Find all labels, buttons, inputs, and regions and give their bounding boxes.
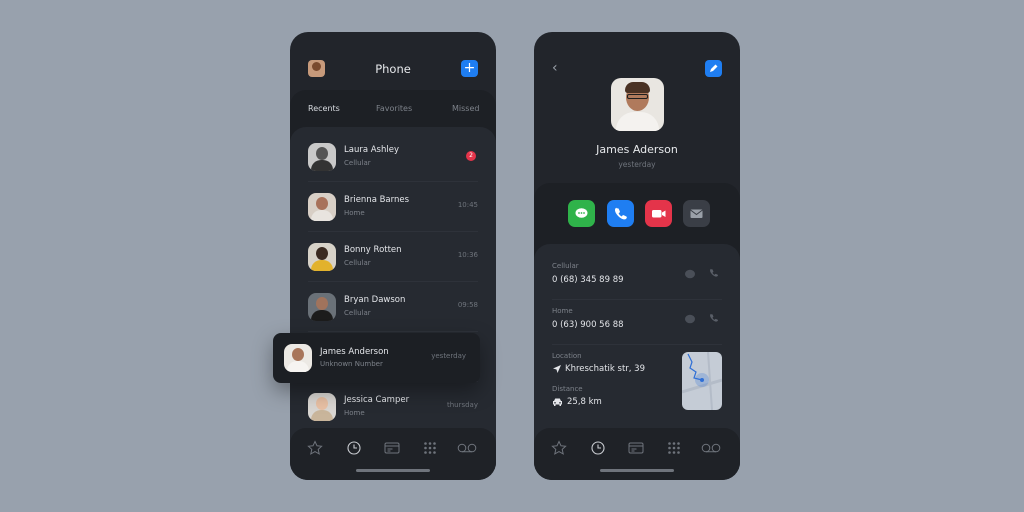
avatar	[308, 243, 336, 271]
clock-icon[interactable]	[346, 440, 362, 456]
avatar	[308, 393, 336, 421]
list-item[interactable]: Bryan Dawson Cellular 09:58	[290, 282, 496, 332]
contact-type: Cellular	[344, 259, 371, 267]
map-icon	[682, 352, 722, 410]
mail-button[interactable]	[683, 200, 710, 227]
home-indicator	[356, 469, 430, 472]
message-button[interactable]	[568, 200, 595, 227]
highlighted-contact-card[interactable]: James Anderson Unknown Number yesterday	[273, 333, 480, 383]
contact-name: Jessica Camper	[344, 395, 410, 405]
message-icon[interactable]	[684, 313, 696, 325]
contact-name: Bryan Dawson	[344, 295, 406, 305]
clock-icon[interactable]	[590, 440, 606, 456]
star-icon[interactable]	[307, 440, 323, 456]
card-icon[interactable]	[628, 440, 644, 456]
contact-type: Unknown Number	[320, 360, 383, 368]
contact-name: James Aderson	[596, 143, 678, 156]
call-time: 10:45	[457, 201, 478, 209]
pencil-icon	[710, 64, 718, 72]
call-time: yesterday	[431, 352, 466, 360]
car-icon	[553, 398, 562, 406]
phone-icon	[614, 207, 627, 220]
location-map[interactable]	[682, 352, 722, 410]
location-value: Khreschatik str, 39	[565, 364, 645, 374]
cellular-label: Cellular	[552, 262, 579, 270]
contact-type: Cellular	[344, 309, 371, 317]
distance-label: Distance	[552, 385, 583, 393]
contact-type: Cellular	[344, 159, 371, 167]
contact-avatar	[611, 78, 664, 131]
list-item[interactable]: Bonny Rotten Cellular 10:36	[290, 232, 496, 282]
home-number[interactable]: 0 (63) 900 56 88	[552, 320, 624, 330]
phone-recents-screen: Phone + Recents Favorites Missed Laura A…	[290, 32, 496, 480]
contact-name: James Anderson	[320, 347, 389, 357]
location-label: Location	[552, 352, 582, 360]
avatar	[308, 193, 336, 221]
list-item[interactable]: Brienna Barnes Home 10:45	[290, 182, 496, 232]
bottom-tab-bar	[534, 428, 740, 480]
contact-name: Laura Ashley	[344, 145, 399, 155]
voicemail-icon[interactable]	[701, 440, 721, 456]
avatar	[308, 293, 336, 321]
call-time: 09:58	[457, 301, 478, 309]
avatar	[308, 143, 336, 171]
card-icon[interactable]	[384, 440, 400, 456]
keypad-icon[interactable]	[666, 440, 682, 456]
contact-name: Brienna Barnes	[344, 195, 410, 205]
call-time: thursday	[446, 401, 478, 409]
home-indicator	[600, 469, 674, 472]
cellular-number[interactable]: 0 (68) 345 89 89	[552, 275, 624, 285]
star-icon[interactable]	[551, 440, 567, 456]
list-item[interactable]: Jessica Camper Home thursday	[290, 382, 496, 432]
list-item[interactable]: Laura Ashley Cellular 2	[290, 132, 496, 182]
tab-favorites[interactable]: Favorites	[376, 104, 412, 113]
contact-type: Home	[344, 209, 365, 217]
tab-recents[interactable]: Recents	[308, 104, 340, 113]
location-arrow-icon	[553, 365, 561, 373]
last-call-date: yesterday	[618, 160, 656, 169]
video-icon	[652, 210, 666, 218]
phone-icon[interactable]	[709, 268, 721, 280]
back-chevron-icon[interactable]: ‹	[552, 60, 558, 76]
tab-missed[interactable]: Missed	[452, 104, 479, 113]
add-contact-button[interactable]: +	[461, 60, 478, 77]
edit-button[interactable]	[705, 60, 722, 77]
phone-contact-detail-screen: ‹ James Aderson yesterday Cellular 0 (68…	[534, 32, 740, 480]
keypad-icon[interactable]	[422, 440, 438, 456]
message-icon	[575, 208, 588, 218]
message-icon[interactable]	[684, 268, 696, 280]
missed-count-badge: 2	[466, 151, 476, 161]
voicemail-icon[interactable]	[457, 440, 477, 456]
home-label: Home	[552, 307, 573, 315]
contact-name: Bonny Rotten	[344, 245, 402, 255]
phone-icon[interactable]	[709, 313, 721, 325]
call-time: 10:36	[457, 251, 478, 259]
mail-icon	[690, 209, 703, 218]
video-call-button[interactable]	[645, 200, 672, 227]
distance-value: 25,8 km	[567, 397, 602, 407]
call-button[interactable]	[607, 200, 634, 227]
bottom-tab-bar	[290, 428, 496, 480]
avatar	[284, 344, 312, 372]
contact-type: Home	[344, 409, 365, 417]
